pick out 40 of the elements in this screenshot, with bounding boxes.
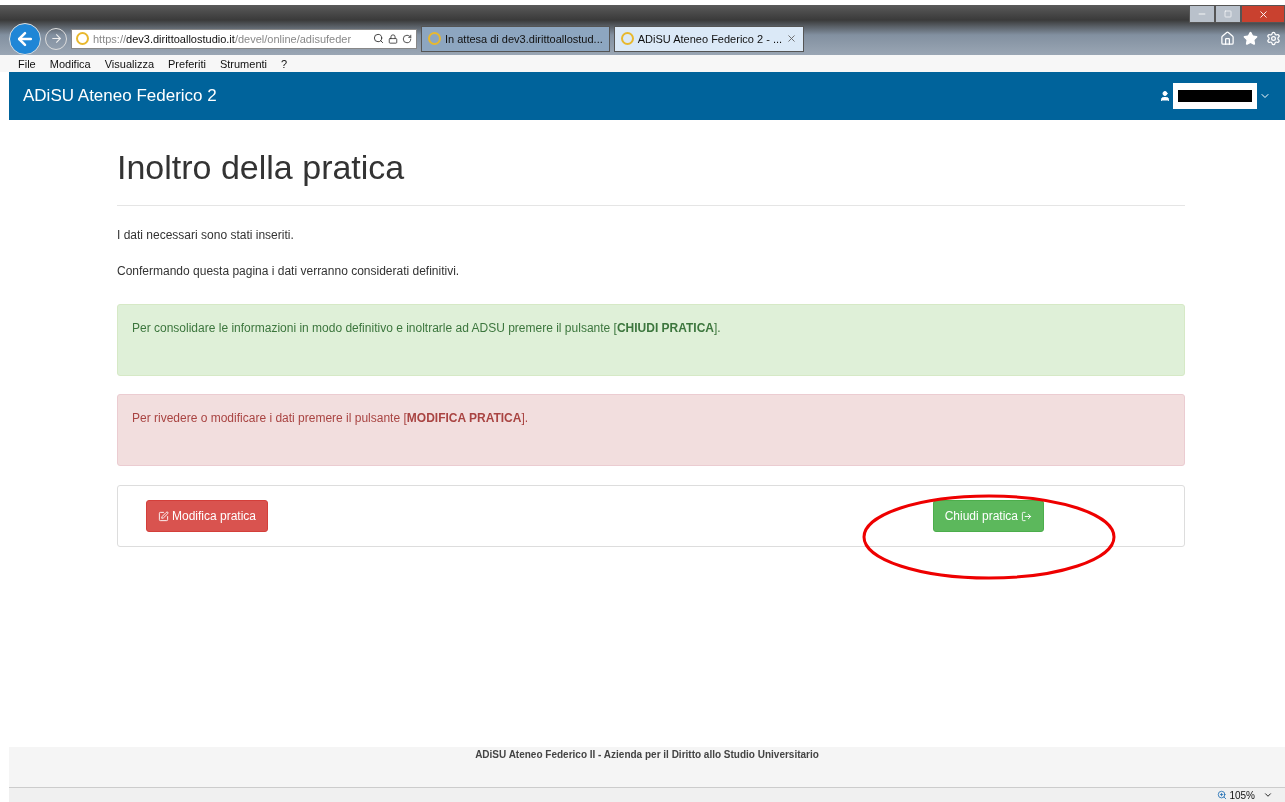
alert-message: Per rivedere o modificare i dati premere il pulsante [MODIFICA PRATICA].	[117, 394, 1185, 466]
back-button[interactable]	[9, 22, 41, 55]
close-icon	[1257, 8, 1269, 20]
settings-icon[interactable]	[1266, 31, 1281, 46]
action-button[interactable]: Modifica pratica	[146, 500, 269, 532]
browser-logo-icon	[620, 32, 634, 45]
menu-item[interactable]: Strumenti	[219, 57, 267, 70]
page-title: Inoltro della pratica	[117, 148, 1185, 206]
browser-logo-icon	[76, 32, 89, 45]
browser-tab[interactable]: In attesa di dev3.dirittoallostud...	[421, 25, 610, 52]
menu-item[interactable]: Modifica	[49, 57, 91, 70]
maximize-button[interactable]	[1215, 5, 1241, 23]
menu-item[interactable]: ?	[281, 57, 288, 70]
home-icon[interactable]	[1220, 31, 1235, 46]
zoom-level[interactable]: 105%	[1217, 789, 1255, 801]
brand-link[interactable]: ADiSU Ateneo Federico 2	[23, 86, 217, 106]
maximize-icon	[1224, 10, 1232, 18]
exit-icon	[1021, 510, 1032, 522]
footer-text: ADiSU Ateneo Federico II - Azienda per il Diritto allo Studio Universitario	[475, 749, 819, 762]
browser-logo-icon	[428, 32, 441, 45]
edit-icon	[158, 510, 169, 522]
close-tab-icon[interactable]	[786, 33, 798, 44]
zoom-icon	[1217, 790, 1228, 800]
user-icon[interactable]	[1159, 90, 1171, 102]
refresh-icon[interactable]	[402, 33, 412, 44]
menu-item[interactable]: Visualizza	[104, 57, 155, 70]
star-icon[interactable]	[1243, 31, 1258, 46]
info-text: I dati necessari sono stati inseriti.	[117, 228, 295, 242]
arrow-right-icon	[49, 32, 63, 45]
menu-item[interactable]: File	[18, 57, 36, 70]
info-text: Confermando questa pagina i dati verranno considerati definitivi.	[117, 264, 461, 278]
browser-tab[interactable]: ADiSU Ateneo Federico 2 - ...	[613, 25, 805, 52]
search-icon[interactable]	[373, 33, 384, 44]
address-field[interactable]: https://dev3.dirittoallostudio.it/devel/online/adisufeder	[71, 28, 417, 49]
menu-item[interactable]: Preferiti	[168, 57, 206, 70]
alert-message: Per consolidare le informazioni in modo definitivo e inoltrarle ad ADSU premere il pulsante [CHIUDI PRATICA].	[117, 304, 1185, 376]
caret-icon[interactable]	[1263, 790, 1273, 800]
url-text: https://dev3.dirittoallostudio.it/devel/online/adisufeder	[93, 32, 352, 45]
minimize-button[interactable]	[1189, 5, 1215, 23]
lock-icon	[388, 33, 398, 44]
